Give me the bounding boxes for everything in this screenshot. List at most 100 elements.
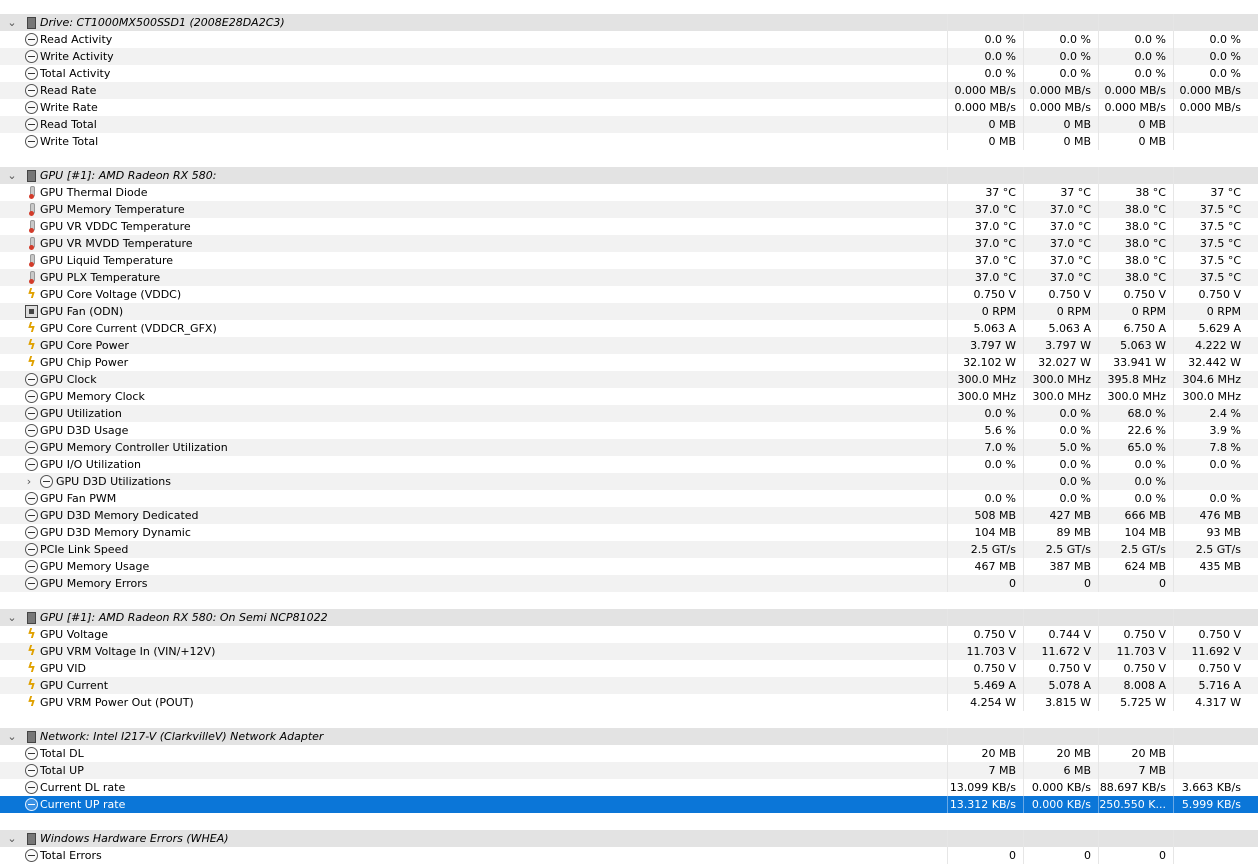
average-value-cell: 37.5 °C [1173,269,1248,286]
sensor-label: GPU [#1]: AMD Radeon RX 580: On Semi NCP… [40,611,328,624]
thermometer-icon [28,203,35,216]
max-value-cell: 38 °C [1098,184,1173,201]
sensor-row[interactable]: ϟ GPU Current 5.469 A 5.078 A 8.008 A 5.716 A [0,677,1258,694]
group-header-row[interactable]: ⌄ Windows Hardware Errors (WHEA) [0,830,1258,847]
sensor-row[interactable]: ϟ GPU Chip Power 32.102 W 32.027 W 33.941 W3… [0,354,1258,371]
min-value-cell: 387 MB [1023,558,1098,575]
sensor-row[interactable]: Total UP 7 MB 6 MB 7 MB [0,762,1258,779]
current-value-cell: 11.703 V [947,643,1023,660]
min-value-cell: 0 MB [1023,116,1098,133]
collapse-chevron-icon[interactable]: ⌄ [6,609,18,626]
sensor-label: GPU Core Power [40,339,129,352]
sensor-row[interactable]: GPU PLX Temperature 37.0 °C 37.0 °C 38.0 °C… [0,269,1258,286]
sensor-row[interactable]: GPU I/O Utilization 0.0 % 0.0 % 0.0 % 0.0 % [0,456,1258,473]
sensor-label: GPU Voltage [40,628,108,641]
sensor-row[interactable]: Write Total 0 MB 0 MB 0 MB [0,133,1258,150]
sensor-row[interactable]: PCIe Link Speed 2.5 GT/s 2.5 GT/s 2.5 GT/s 2… [0,541,1258,558]
sensor-label: Total UP [40,764,84,777]
sensor-row[interactable]: Read Total 0 MB 0 MB 0 MB [0,116,1258,133]
max-value-cell: 104 MB [1098,524,1173,541]
sensor-row[interactable]: Read Activity 0.0 % 0.0 % 0.0 % 0.0 % [0,31,1258,48]
bolt-icon: ϟ [27,661,36,676]
sensor-row[interactable]: Write Activity 0.0 % 0.0 % 0.0 % 0.0 % [0,48,1258,65]
sensor-row[interactable]: GPU Memory Usage 467 MB 387 MB 624 MB 435 MB [0,558,1258,575]
max-value-cell: 6.750 A [1098,320,1173,337]
collapse-chevron-icon[interactable]: ⌄ [6,830,18,847]
sensor-row[interactable]: GPU VR VDDC Temperature 37.0 °C 37.0 °C 38.… [0,218,1258,235]
current-value-cell: 0.750 V [947,660,1023,677]
average-value-cell: 0.750 V [1173,660,1248,677]
max-value-cell: 22.6 % [1098,422,1173,439]
sensor-row[interactable]: Total Errors 0 0 0 [0,847,1258,864]
current-value-cell: 37 °C [947,184,1023,201]
sensor-row[interactable]: ϟ GPU Core Power 3.797 W 3.797 W 5.063 W 4.22… [0,337,1258,354]
current-value-cell: 5.063 A [947,320,1023,337]
min-value-cell: 300.0 MHz [1023,388,1098,405]
sensor-row[interactable]: Write Rate 0.000 MB/s 0.000 MB/s 0.000 MB/s… [0,99,1258,116]
current-value-cell [947,830,1023,847]
sensor-row[interactable]: Total Activity 0.0 % 0.0 % 0.0 % 0.0 % [0,65,1258,82]
sensor-row[interactable]: GPU D3D Memory Dedicated 508 MB 427 MB 666 … [0,507,1258,524]
current-value-cell: 32.102 W [947,354,1023,371]
collapse-chevron-icon[interactable]: ⌄ [6,167,18,184]
sensor-row[interactable]: ϟ GPU VID 0.750 V 0.750 V 0.750 V 0.750 V [0,660,1258,677]
sensor-row[interactable]: GPU Memory Controller Utilization 7.0 % 5.… [0,439,1258,456]
min-value-cell: 6 MB [1023,762,1098,779]
current-value-cell: 0 RPM [947,303,1023,320]
sensor-label: GPU D3D Memory Dynamic [40,526,191,539]
group-header-row[interactable]: ⌄ GPU [#1]: AMD Radeon RX 580: [0,167,1258,184]
sensor-subgroup-row[interactable]: › GPU D3D Utilizations 0.0 % 0.0 % [0,473,1258,490]
group-header-row[interactable]: ⌄ Network: Intel I217-V (ClarkvilleV) Net… [0,728,1258,745]
min-value-cell: 2.5 GT/s [1023,541,1098,558]
current-value-cell [947,728,1023,745]
group-header-row[interactable]: ⌄ GPU [#1]: AMD Radeon RX 580: On Semi NC… [0,609,1258,626]
sensor-row[interactable]: GPU VR MVDD Temperature 37.0 °C 37.0 °C 38.… [0,235,1258,252]
sensor-row[interactable]: ϟ GPU Voltage 0.750 V 0.744 V 0.750 V 0.750 V [0,626,1258,643]
sensor-row[interactable]: GPU Memory Temperature 37.0 °C 37.0 °C 38.0… [0,201,1258,218]
max-value-cell: 0.750 V [1098,286,1173,303]
sensor-row[interactable]: ϟ GPU Core Current (VDDCR_GFX) 5.063 A 5.06… [0,320,1258,337]
sensor-row[interactable]: Current DL rate 13.099 KB/s 0.000 KB/s 88.6… [0,779,1258,796]
sensor-label: GPU VID [40,662,86,675]
average-value-cell: 0.750 V [1173,286,1248,303]
min-value-cell: 0.0 % [1023,48,1098,65]
min-value-cell: 0.750 V [1023,286,1098,303]
current-value-cell: 0 MB [947,133,1023,150]
sensor-row[interactable]: GPU Clock 300.0 MHz 300.0 MHz 395.8 MHz 304.… [0,371,1258,388]
sensor-row[interactable]: ϟ GPU VRM Voltage In (VIN/+12V) 11.703 V 11… [0,643,1258,660]
sensor-row[interactable]: GPU Fan (ODN) 0 RPM 0 RPM 0 RPM 0 RPM [0,303,1258,320]
sensor-row[interactable]: Total DL 20 MB 20 MB 20 MB [0,745,1258,762]
max-value-cell [1098,609,1173,626]
min-value-cell [1023,830,1098,847]
sensor-row[interactable]: GPU Liquid Temperature 37.0 °C 37.0 °C 38.0… [0,252,1258,269]
gauge-icon [25,84,38,97]
max-value-cell: 0 RPM [1098,303,1173,320]
sensor-row[interactable]: GPU Fan PWM 0.0 % 0.0 % 0.0 % 0.0 % [0,490,1258,507]
min-value-cell: 0.000 KB/s [1023,796,1098,813]
sensor-row[interactable]: GPU Thermal Diode 37 °C 37 °C 38 °C 37 °C [0,184,1258,201]
collapse-chevron-icon[interactable]: ⌄ [6,728,18,745]
group-header-row[interactable]: ⌄ Drive: CT1000MX500SSD1 (2008E28DA2C3) [0,14,1258,31]
sensor-row[interactable]: Current UP rate 13.312 KB/s 0.000 KB/s 250.… [0,796,1258,813]
sensor-row[interactable]: GPU D3D Usage 5.6 % 0.0 % 22.6 % 3.9 % [0,422,1258,439]
sensor-label: GPU D3D Usage [40,424,129,437]
sensor-row[interactable]: ϟ GPU Core Voltage (VDDC) 0.750 V 0.750 V 0.… [0,286,1258,303]
sensor-row[interactable]: GPU Memory Errors 0 0 0 [0,575,1258,592]
max-value-cell: 2.5 GT/s [1098,541,1173,558]
min-value-cell: 0.744 V [1023,626,1098,643]
sensor-row[interactable]: GPU D3D Memory Dynamic 104 MB 89 MB 104 MB 9… [0,524,1258,541]
sensor-row[interactable]: GPU Memory Clock 300.0 MHz 300.0 MHz 300.0 … [0,388,1258,405]
collapse-chevron-icon[interactable]: ⌄ [6,14,18,31]
sensor-row[interactable]: GPU Utilization 0.0 % 0.0 % 68.0 % 2.4 % [0,405,1258,422]
sensor-row[interactable]: ϟ GPU VRM Power Out (POUT) 4.254 W 3.815 W5… [0,694,1258,711]
expand-chevron-icon[interactable]: › [23,473,35,490]
average-value-cell [1173,167,1248,184]
current-value-cell: 5.6 % [947,422,1023,439]
sensor-label: GPU Fan PWM [40,492,117,505]
max-value-cell: 5.725 W [1098,694,1173,711]
sensor-row[interactable]: Read Rate 0.000 MB/s 0.000 MB/s 0.000 MB/s 0… [0,82,1258,99]
spacer-row [0,711,1258,728]
sensor-label: GPU VRM Voltage In (VIN/+12V) [40,645,216,658]
max-value-cell: 38.0 °C [1098,201,1173,218]
max-value-cell: 0.000 MB/s [1098,99,1173,116]
